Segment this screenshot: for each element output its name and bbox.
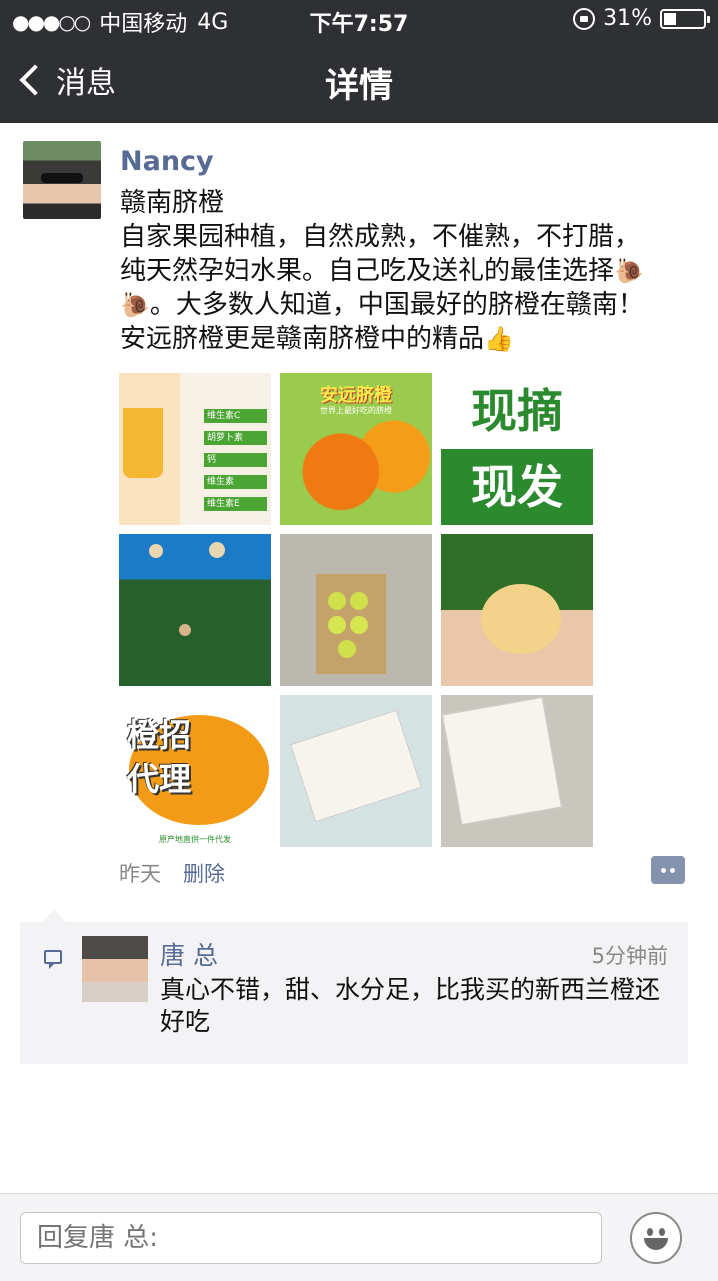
- photo-vitamins[interactable]: 维生素C 胡萝卜素 钙 维生素 维生素E: [119, 373, 271, 525]
- emoji-mouth: [644, 1238, 668, 1250]
- photo-fresh-pick[interactable]: 现摘 现发: [441, 373, 593, 525]
- delete-button[interactable]: 删除: [183, 858, 225, 888]
- comment-section: 唐 总 5分钟前 真心不错，甜、水分足，比我买的新西兰橙还好吃: [20, 910, 688, 1064]
- fresh-pick-bottom: 现发: [471, 460, 563, 514]
- commenter-name[interactable]: 唐 总: [160, 936, 218, 972]
- post-line-3: 纯天然孕妇水果。自己吃及送礼的最佳选择: [120, 256, 615, 286]
- battery-percent: 31%: [603, 6, 652, 31]
- post-line-5: 安远脐橙更是赣南脐橙中的精品: [120, 324, 485, 354]
- orange: [350, 592, 368, 610]
- emoji-eye: [647, 1228, 653, 1236]
- author-name[interactable]: Nancy: [120, 146, 214, 177]
- comment-time: 5分钟前: [591, 944, 668, 968]
- juice-glass: [123, 408, 163, 478]
- photo-agent[interactable]: 橙招 代理 原产地直供一件代发: [119, 695, 271, 847]
- post-meta: 昨天 删除: [119, 858, 225, 888]
- more-actions-button[interactable]: [651, 856, 685, 884]
- vitamin-label: 胡萝卜素: [204, 431, 267, 445]
- rotation-lock-icon: [573, 7, 596, 30]
- agent-footer: 原产地直供一件代发: [119, 833, 271, 847]
- post-line-5-wrap: 安远脐橙更是赣南脐橙中的精品👍: [120, 322, 700, 356]
- comment-text: 真心不错，甜、水分足，比我买的新西兰橙还好吃: [160, 975, 661, 1036]
- orange: [350, 616, 368, 634]
- photo-orange-tree[interactable]: [119, 534, 271, 686]
- fresh-pick-top: 现摘: [441, 373, 593, 449]
- top-bar: ●●●○○ 中国移动 4G 下午7:57 31% 消息 详情: [0, 0, 718, 123]
- post-line-4-wrap: 🐌。大多数人知道，中国最好的脐橙在赣南！: [120, 288, 700, 322]
- photo-box-oranges[interactable]: [280, 534, 432, 686]
- emoji-eye: [659, 1228, 665, 1236]
- navigation-bar: 消息 详情: [0, 40, 718, 123]
- brand-title: 安远脐橙: [320, 385, 392, 406]
- vitamin-label: 维生素E: [204, 497, 267, 511]
- snail-emoji-icon: 🐌: [614, 257, 644, 285]
- receipt: [290, 709, 422, 823]
- orange: [328, 592, 346, 610]
- agent-text-2: 代理: [127, 760, 192, 798]
- post-line-3-wrap: 纯天然孕妇水果。自己吃及送礼的最佳选择🐌: [120, 254, 700, 288]
- photo-grid: 维生素C 胡萝卜素 钙 维生素 维生素E 安远脐橙 世界上最好吃的脐橙 现摘 现…: [119, 373, 594, 847]
- orange: [338, 640, 356, 658]
- photo-receipts[interactable]: [280, 695, 432, 847]
- vitamin-label: 维生素: [204, 475, 267, 489]
- peeled-orange: [481, 584, 561, 654]
- orange: [209, 542, 225, 558]
- reply-input[interactable]: [20, 1212, 602, 1264]
- post-line-2: 自家果园种植，自然成熟，不催熟，不打腊，: [120, 222, 641, 252]
- vitamin-label: 钙: [204, 453, 267, 467]
- sunglasses: [41, 173, 83, 183]
- brand-subtitle: 世界上最好吃的脐橙: [320, 406, 392, 415]
- post-line-4: 。大多数人知道，中国最好的脐橙在赣南！: [149, 290, 644, 320]
- photo-receipt-stack[interactable]: [441, 695, 593, 847]
- orange: [149, 544, 163, 558]
- post-text: 赣南脐橙 自家果园种植，自然成熟，不催熟，不打腊， 纯天然孕妇水果。自己吃及送礼…: [120, 186, 700, 356]
- agent-text-1: 橙招: [127, 716, 192, 754]
- agent-text-wrap: 橙招 代理: [127, 713, 267, 801]
- post-time: 昨天: [119, 862, 161, 886]
- battery-icon: [660, 8, 710, 29]
- commenter-avatar[interactable]: [82, 936, 148, 1002]
- photo-brand[interactable]: 安远脐橙 世界上最好吃的脐橙: [280, 373, 432, 525]
- post-line-1: 赣南脐橙: [120, 188, 225, 218]
- orange: [179, 624, 191, 636]
- reply-bar: [0, 1193, 718, 1281]
- receipt: [442, 696, 562, 826]
- author-avatar[interactable]: [23, 141, 101, 219]
- thumbs-up-emoji-icon: 👍: [484, 325, 514, 353]
- emoji-button[interactable]: [630, 1212, 682, 1264]
- page-title: 详情: [325, 66, 393, 106]
- orange: [328, 616, 346, 634]
- snail-emoji-icon: 🐌: [120, 291, 150, 319]
- status-bar: ●●●○○ 中国移动 4G 下午7:57 31%: [0, 0, 718, 40]
- photo-peeled-orange[interactable]: [441, 534, 593, 686]
- comment-icon: [44, 950, 62, 969]
- vitamin-label: 维生素C: [204, 409, 267, 423]
